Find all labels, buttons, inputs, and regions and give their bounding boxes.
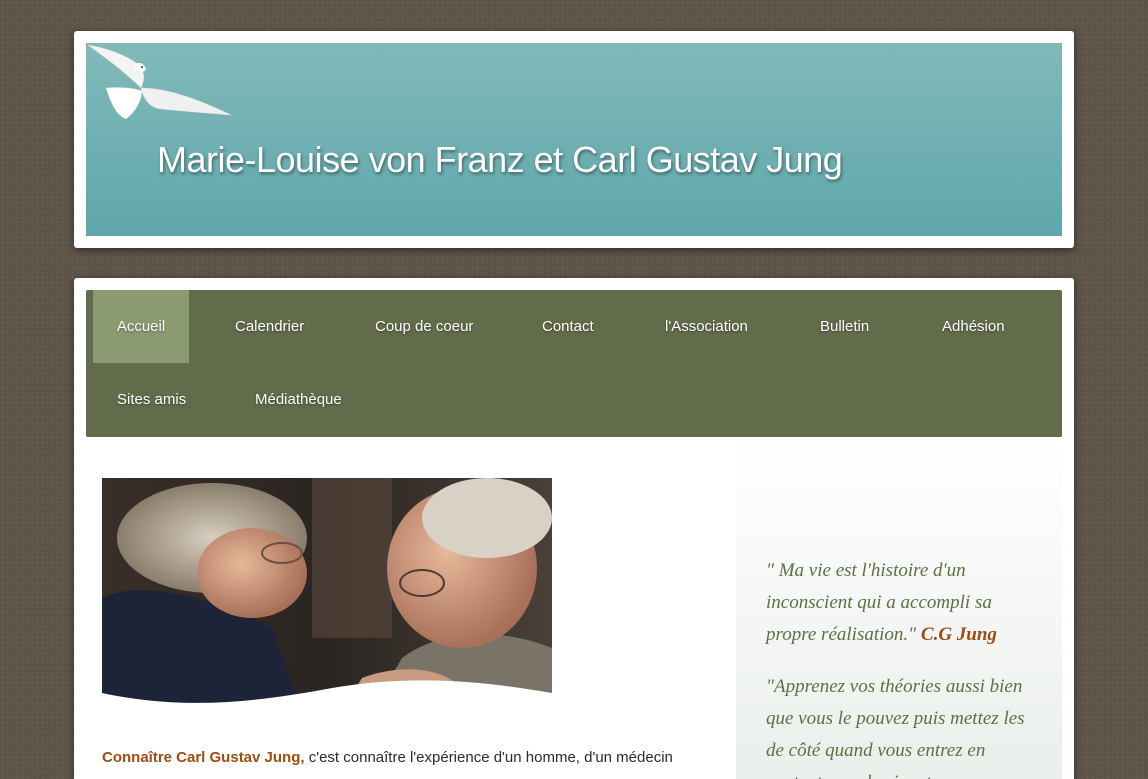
jung-vonfranz-photo: [102, 478, 552, 710]
nav-item-bulletin[interactable]: Bulletin: [820, 290, 869, 363]
quote-sidebar: " Ma vie est l'histoire d'un inconscient…: [736, 437, 1062, 779]
quote-text: "Apprenez vos théories aussi bien que vo…: [766, 676, 1025, 779]
nav-item-contact[interactable]: Contact: [542, 290, 594, 363]
quote-author: C.G Jung: [920, 624, 997, 645]
intro-text: c'est connaître l'expérience d'un homme,…: [304, 749, 673, 766]
intro-highlight: Connaître Carl Gustav Jung,: [102, 749, 305, 766]
content-area: Connaître Carl Gustav Jung, c'est connaî…: [74, 437, 1074, 779]
header-card: Marie-Louise von Franz et Carl Gustav Ju…: [74, 31, 1074, 248]
nav-item-coup-de-coeur[interactable]: Coup de coeur: [375, 290, 473, 363]
nav-item-association[interactable]: l'Association: [665, 290, 748, 363]
seagull-logo[interactable]: [86, 43, 236, 123]
nav-item-calendrier[interactable]: Calendrier: [235, 290, 304, 363]
site-title: Marie-Louise von Franz et Carl Gustav Ju…: [157, 139, 843, 180]
nav-item-accueil[interactable]: Accueil: [93, 290, 189, 363]
main-nav: Accueil Calendrier Coup de coeur Contact…: [86, 290, 1062, 437]
main-card: Accueil Calendrier Coup de coeur Contact…: [74, 278, 1074, 779]
quote-theories: "Apprenez vos théories aussi bien que vo…: [766, 671, 1036, 779]
quote-jung: " Ma vie est l'histoire d'un inconscient…: [766, 555, 1036, 651]
header-banner: Marie-Louise von Franz et Carl Gustav Ju…: [86, 43, 1062, 236]
nav-item-adhesion[interactable]: Adhésion: [942, 290, 1005, 363]
nav-item-mediatheque[interactable]: Médiathèque: [255, 363, 342, 436]
intro-paragraph: Connaître Carl Gustav Jung, c'est connaî…: [102, 749, 702, 766]
nav-item-sites-amis[interactable]: Sites amis: [117, 363, 186, 436]
